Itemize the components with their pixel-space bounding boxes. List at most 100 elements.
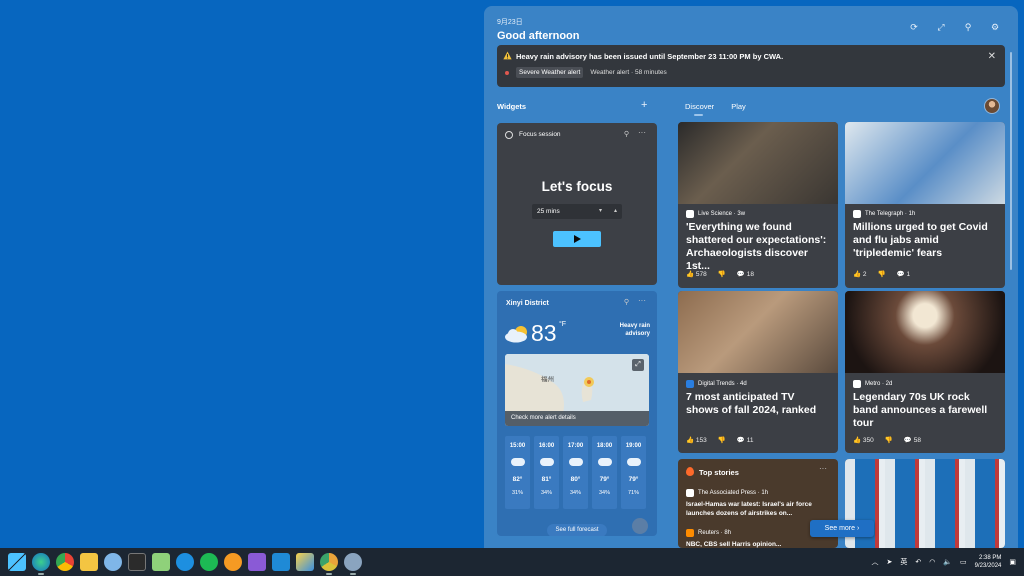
weather-location[interactable]: Xinyi District	[506, 300, 549, 307]
paint-icon[interactable]	[296, 553, 314, 571]
comment-button[interactable]: 💬 1	[897, 270, 911, 278]
comment-button[interactable]: 💬 58	[904, 436, 921, 444]
file-explorer-icon[interactable]	[80, 553, 98, 571]
news-card[interactable]: Metro · 2d Legendary 70s UK rock band an…	[845, 291, 1005, 453]
like-button[interactable]: 👍 578	[686, 270, 707, 278]
chrome-canary-icon[interactable]	[320, 553, 338, 575]
chrome-icon[interactable]	[56, 553, 74, 571]
settings-icon[interactable]	[344, 553, 362, 575]
source-label: Digital Trends · 4d	[698, 381, 747, 387]
hour-item[interactable]: 17:00 80° 34%	[563, 436, 588, 509]
weather-alert-banner[interactable]: Heavy rain advisory has been issued unti…	[497, 45, 1005, 87]
avatar[interactable]	[984, 98, 1000, 114]
vscode-icon[interactable]	[272, 553, 290, 571]
story-item[interactable]: Reuters · 8h NBC, CBS sell Harris opinio…	[686, 529, 830, 548]
gear-icon[interactable]: ⚙	[990, 22, 1000, 32]
close-icon[interactable]: ✕	[988, 51, 996, 62]
hour-time: 17:00	[567, 443, 584, 449]
like-button[interactable]: 👍 2	[853, 270, 867, 278]
news-headline[interactable]: 'Everything we found shattered our expec…	[686, 221, 830, 273]
pin-icon[interactable]: ⚲	[624, 130, 629, 138]
notification-icon[interactable]: ▣	[1009, 558, 1016, 566]
hour-item[interactable]: 15:00 82° 31%	[505, 436, 530, 509]
dislike-icon[interactable]: 👎	[718, 270, 726, 278]
rain-cloud-icon	[626, 458, 641, 466]
expand-icon[interactable]: ⤢	[936, 22, 946, 32]
more-options-icon[interactable]: ···	[638, 296, 646, 305]
see-full-forecast-button[interactable]: See full forecast	[547, 524, 607, 536]
hour-item[interactable]: 18:00 79° 34%	[592, 436, 617, 509]
hour-precip: 34%	[569, 490, 581, 496]
news-card[interactable]: Live Science · 3w 'Everything we found s…	[678, 122, 838, 288]
docker-icon[interactable]	[176, 553, 194, 571]
edge-icon[interactable]	[32, 553, 50, 575]
weather-provider-icon[interactable]	[632, 518, 648, 534]
add-widget-button[interactable]: +	[641, 99, 647, 111]
board-header: 9月23日 Good afternoon	[497, 17, 580, 42]
search-tool-icon[interactable]	[224, 553, 242, 571]
duration-select[interactable]: 25 mins ▾ ▴	[532, 204, 622, 219]
spotify-icon[interactable]	[200, 553, 218, 571]
like-button[interactable]: 👍 153	[686, 436, 707, 444]
scrollbar[interactable]	[1010, 52, 1012, 270]
pin-icon[interactable]: ⚲	[624, 298, 629, 306]
pin-icon[interactable]: ⚲	[963, 22, 973, 32]
alert-details-link[interactable]: Check more alert details	[505, 411, 649, 426]
hour-time: 19:00	[625, 443, 642, 449]
dislike-icon[interactable]: 👎	[718, 436, 726, 444]
story-item[interactable]: The Associated Press · 1h Israel-Hamas w…	[686, 489, 830, 518]
like-button[interactable]: 👍 350	[853, 436, 874, 444]
expand-icon[interactable]: ⤢	[632, 359, 644, 371]
comment-count: 18	[746, 271, 754, 278]
start-focus-button[interactable]	[553, 231, 601, 247]
refresh-icon[interactable]: ⟳	[909, 22, 919, 32]
notepad-icon[interactable]	[152, 553, 170, 571]
weather-alert-link[interactable]: Heavy rain advisory	[600, 322, 650, 338]
weather-radar-map[interactable]: 福州 ⤢ Check more alert details	[505, 354, 649, 426]
chevron-up-icon[interactable]: ︿	[871, 557, 878, 567]
comment-button[interactable]: 💬 18	[737, 270, 754, 278]
news-actions: 👍 2 👎 💬 1	[853, 270, 910, 278]
volume-icon[interactable]: 🔈	[943, 558, 952, 566]
news-headline[interactable]: Millions urged to get Covid and flu jabs…	[853, 221, 997, 260]
dislike-icon[interactable]: 👎	[878, 270, 886, 278]
news-headline[interactable]: 7 most anticipated TV shows of fall 2024…	[686, 391, 830, 417]
hour-item[interactable]: 19:00 79° 71%	[621, 436, 646, 509]
visual-studio-icon[interactable]	[248, 553, 266, 571]
like-count: 578	[695, 271, 707, 278]
clock-date: 9/23/2024	[974, 563, 1002, 569]
more-options-icon[interactable]: ···	[819, 464, 827, 473]
widgets-heading: Widgets	[497, 102, 527, 111]
app-icon[interactable]	[104, 553, 122, 571]
news-headline[interactable]: Legendary 70s UK rock band announces a f…	[853, 391, 997, 430]
source-label: Reuters · 8h	[698, 530, 732, 536]
source-logo-icon	[686, 380, 694, 388]
date-label: 9月23日	[497, 19, 523, 26]
hour-item[interactable]: 16:00 81° 34%	[534, 436, 559, 509]
clock[interactable]: 2:38 PM 9/23/2024	[975, 554, 1002, 570]
more-options-icon[interactable]: ···	[638, 128, 646, 137]
feed-tabs: Discover Play	[685, 102, 746, 116]
wifi-icon[interactable]: ◠	[929, 558, 935, 566]
weather-widget: Xinyi District ⚲ ··· 83 °F Heavy rain ad…	[497, 291, 657, 536]
tab-play[interactable]: Play	[731, 102, 746, 111]
tab-discover[interactable]: Discover	[685, 102, 714, 116]
windows-start-icon[interactable]	[8, 553, 26, 571]
undo-icon[interactable]: ↶	[915, 558, 921, 566]
news-card[interactable]: Digital Trends · 4d 7 most anticipated T…	[678, 291, 838, 453]
hour-temp: 79°	[599, 476, 610, 483]
news-card[interactable]: The Telegraph · 1h Millions urged to get…	[845, 122, 1005, 288]
dislike-icon[interactable]: 👎	[885, 436, 893, 444]
see-more-button[interactable]: See more ›	[810, 520, 874, 537]
send-icon[interactable]: ➤	[886, 558, 892, 566]
focus-icon	[505, 131, 513, 139]
hour-precip: 34%	[598, 490, 610, 496]
battery-icon[interactable]: ▭	[960, 558, 967, 566]
top-stories-title: Top stories	[699, 468, 739, 477]
chevron-up-icon[interactable]: ▴	[614, 207, 617, 214]
chevron-down-icon[interactable]: ▾	[599, 207, 602, 214]
terminal-icon[interactable]	[128, 553, 146, 571]
comment-button[interactable]: 💬 11	[737, 436, 754, 444]
hour-precip: 71%	[627, 490, 639, 496]
ime-indicator[interactable]: 英	[900, 557, 907, 567]
